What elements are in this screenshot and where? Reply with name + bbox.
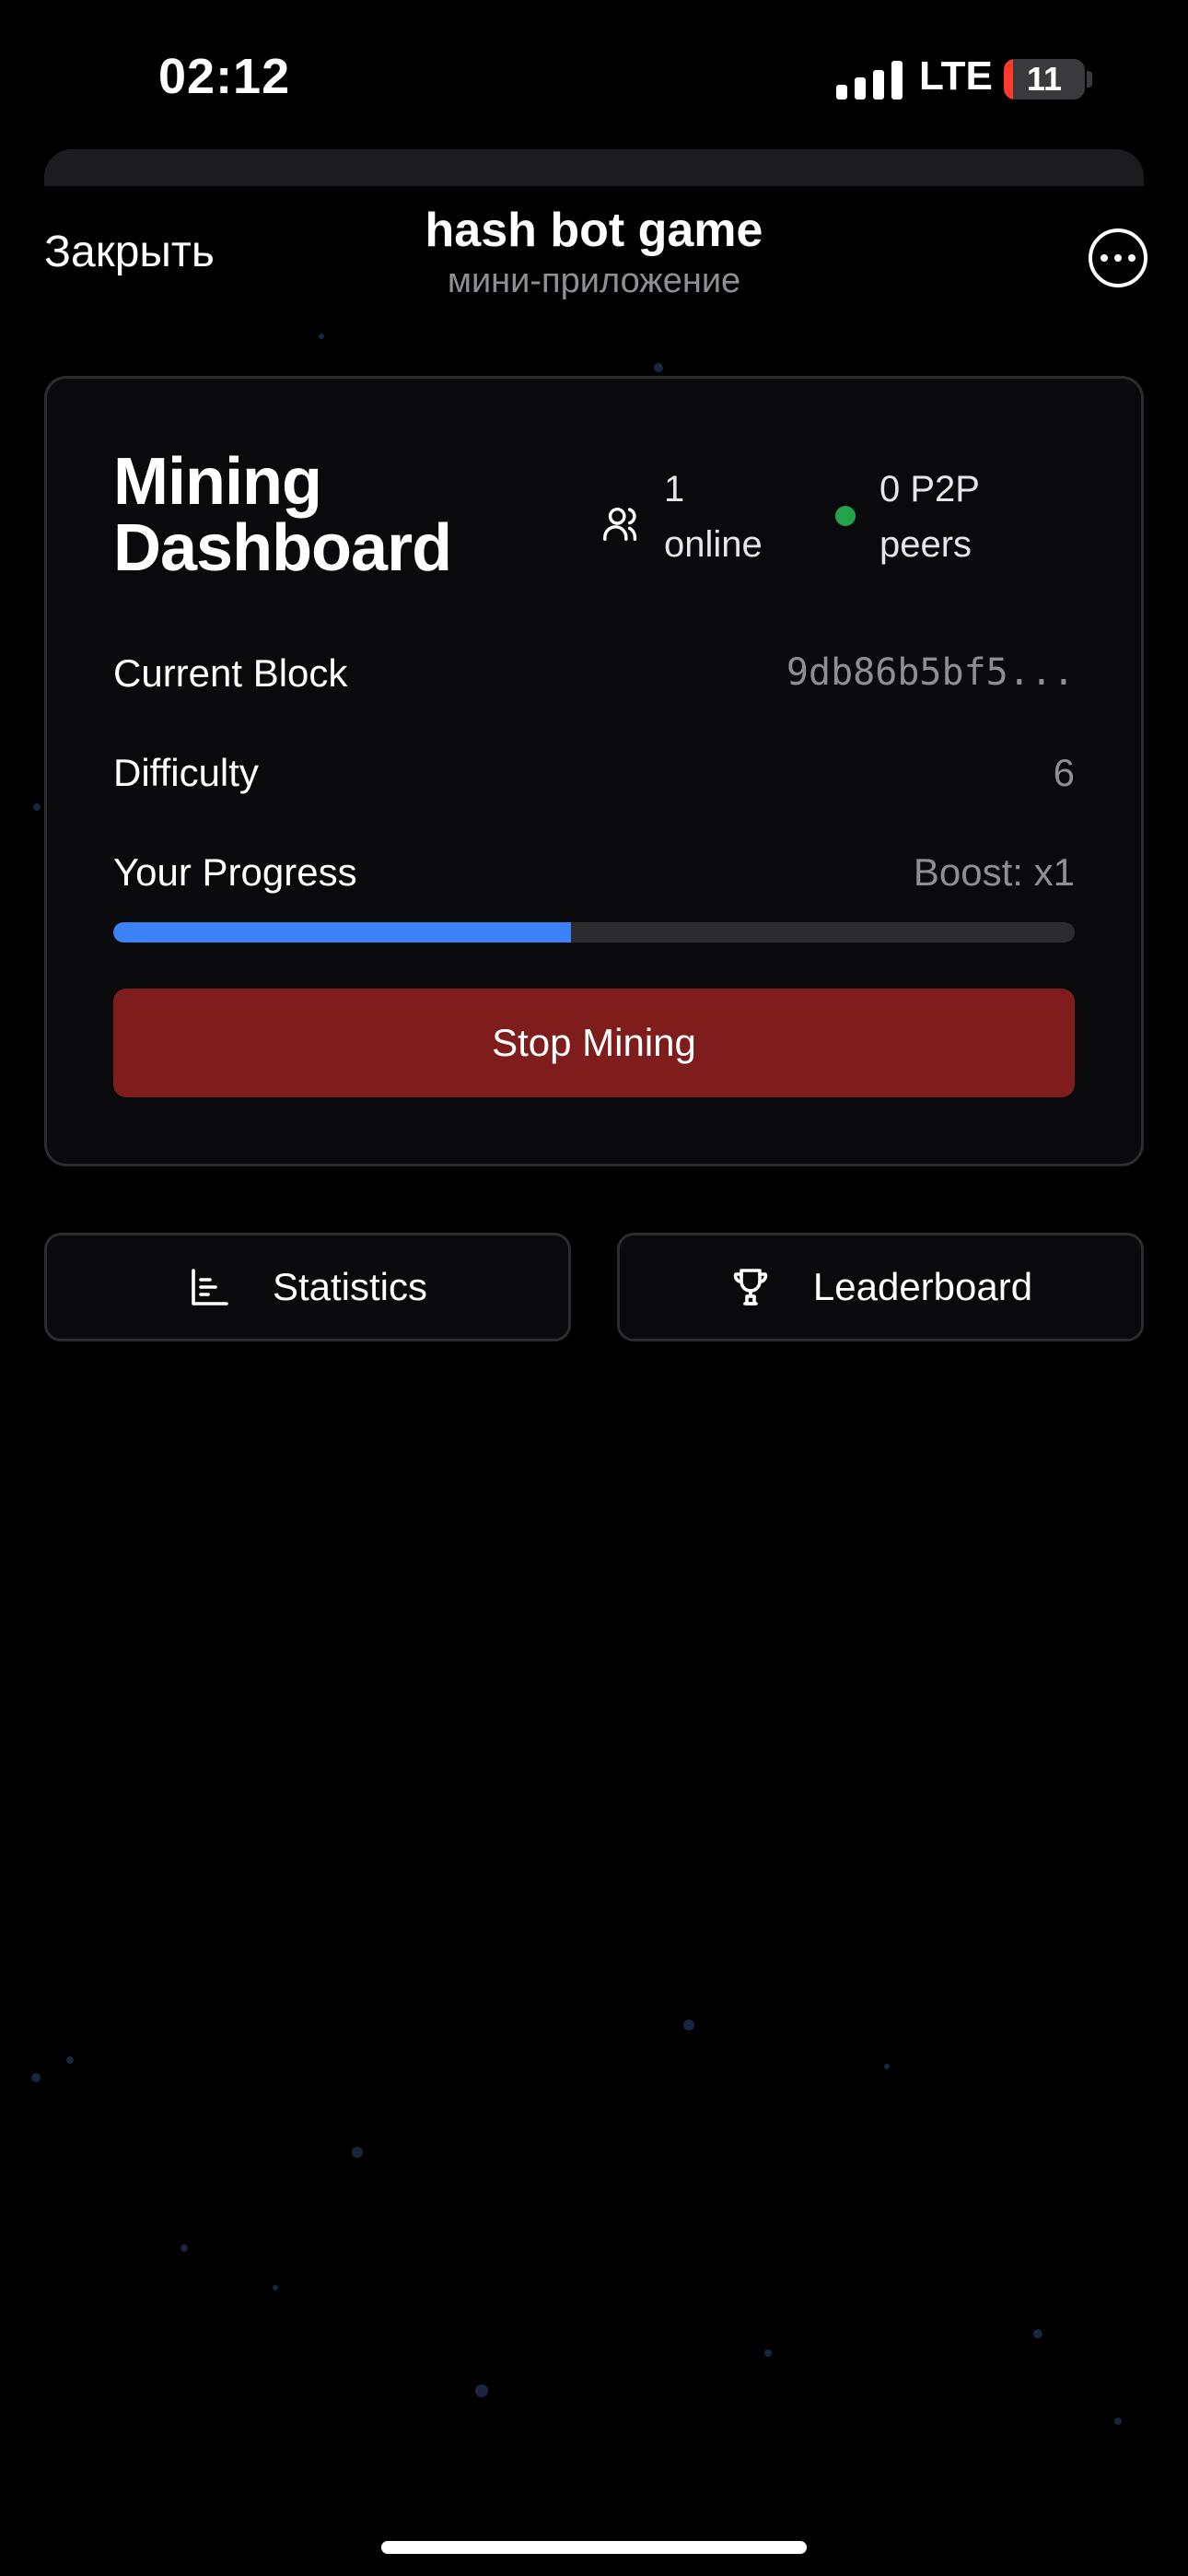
leaderboard-label: Leaderboard (812, 1265, 1033, 1308)
difficulty-label: Difficulty (113, 751, 259, 794)
app-subtitle: мини-приложение (447, 262, 741, 300)
mining-dashboard-card: Mining Dashboard 1 online 0 P2P peers Cu… (44, 376, 1144, 1166)
app-title: hash bot game (425, 204, 763, 257)
bar-chart-icon (192, 1269, 228, 1306)
current-block-label: Current Block (113, 651, 348, 695)
trophy-icon (733, 1269, 768, 1306)
peers-indicator: 0 P2P peers (835, 462, 1036, 572)
dashboard-title: Mining Dashboard (113, 445, 452, 585)
stop-mining-button[interactable]: Stop Mining (113, 989, 1075, 1097)
more-dot-icon (1128, 254, 1136, 262)
more-dot-icon (1101, 254, 1108, 262)
online-count: 1 (664, 469, 685, 509)
leaderboard-button[interactable]: Leaderboard (617, 1233, 1144, 1341)
more-dot-icon (1114, 254, 1122, 262)
current-block-value: 9db86b5bf5... (786, 651, 1075, 694)
online-label: online (664, 524, 763, 565)
difficulty-value: 6 (1053, 751, 1075, 794)
mini-app-screen: 02:12 LTE 11 Закрыть hash bot game мини-… (0, 0, 1188, 2576)
more-options-button[interactable] (1089, 228, 1147, 287)
peers-label: peers (879, 524, 973, 565)
progress-label: Your Progress (113, 850, 357, 894)
home-indicator[interactable] (381, 2541, 807, 2554)
users-icon (603, 507, 637, 541)
boost-value: Boost: x1 (913, 850, 1075, 894)
online-text: 1 online (664, 462, 802, 572)
online-indicator: 1 online (601, 462, 802, 572)
network-type: LTE (919, 53, 993, 99)
battery-icon: 11 (1004, 59, 1085, 100)
peers-text: 0 P2P peers (879, 462, 1036, 572)
cellular-signal-icon (836, 61, 903, 100)
statistics-button[interactable]: Statistics (44, 1233, 571, 1341)
progress-bar (113, 922, 1075, 943)
battery-level: 11 (1026, 60, 1063, 98)
progress-bar-fill (113, 922, 571, 943)
statistics-label: Statistics (272, 1265, 428, 1308)
status-time: 02:12 (158, 49, 291, 104)
sheet-edge (44, 149, 1144, 186)
battery-tip (1087, 71, 1092, 88)
peers-count: 0 P2P (879, 469, 980, 509)
peers-status-dot (835, 506, 856, 526)
